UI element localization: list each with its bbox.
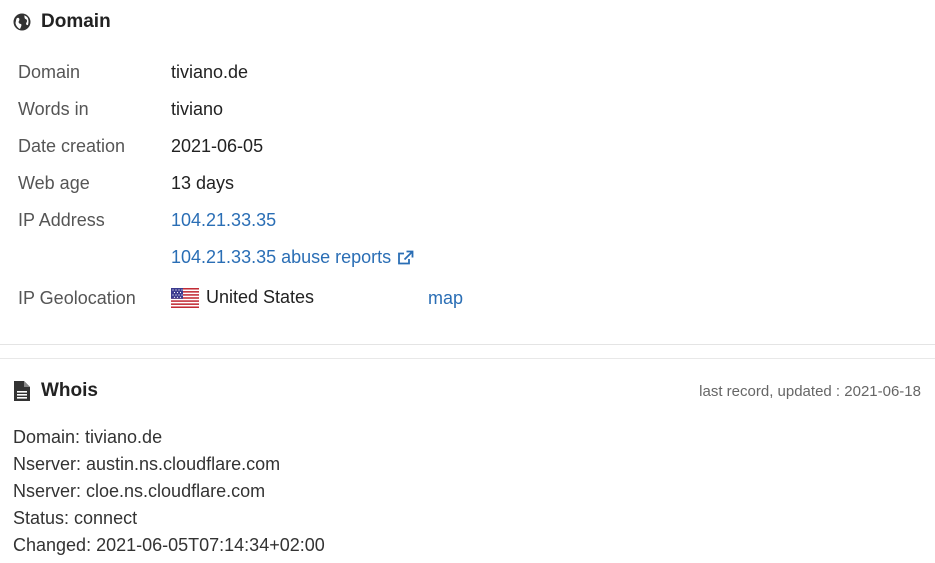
map-link[interactable]: map — [428, 288, 463, 309]
info-value: tiviano.de — [171, 62, 249, 82]
document-icon — [13, 381, 31, 401]
info-label: Web age — [18, 173, 90, 193]
whois-line: Status: connect — [13, 508, 138, 528]
ip-address-link[interactable]: 104.21.33.35 — [171, 210, 276, 231]
info-value: 13 days — [171, 173, 235, 193]
info-row-geolocation: IP Geolocation United States map — [18, 276, 618, 316]
whois-line: Changed: 2021-06-05T07:14:34+02:00 — [13, 535, 325, 555]
section-divider — [0, 358, 935, 359]
info-value: 2021-06-05 — [171, 136, 264, 156]
external-link-icon — [397, 250, 414, 266]
info-row-abuse: 104.21.33.35 abuse reports — [18, 239, 618, 276]
whois-line: Domain: tiviano.de — [13, 427, 163, 447]
domain-info-table: Domain tiviano.de Words in tiviano Date … — [18, 54, 618, 316]
us-flag-icon — [171, 288, 199, 308]
info-label: Domain — [18, 62, 81, 82]
whois-line: Nserver: cloe.ns.cloudflare.com — [13, 481, 266, 501]
abuse-reports-link[interactable]: 104.21.33.35 abuse reports — [171, 247, 414, 268]
whois-record: Domain: tiviano.de Nserver: austin.ns.cl… — [13, 426, 325, 561]
whois-updated-text: last record, updated : 2021-06-18 — [699, 383, 921, 400]
domain-section-title: Domain — [41, 11, 111, 32]
info-label: IP Address — [18, 210, 105, 230]
info-row-words: Words in tiviano — [18, 91, 618, 128]
section-divider — [0, 344, 935, 345]
geolocation-country: United States — [206, 287, 315, 307]
info-row-domain: Domain tiviano.de — [18, 54, 618, 91]
page: Domain Domain tiviano.de Words in tivian… — [0, 0, 935, 563]
abuse-reports-label: 104.21.33.35 abuse reports — [171, 247, 392, 267]
info-label: IP Geolocation — [18, 288, 136, 308]
info-label: Date creation — [18, 136, 126, 156]
domain-section-header: Domain — [12, 11, 111, 33]
whois-section-header: Whois — [13, 380, 98, 402]
globe-icon — [12, 12, 32, 32]
whois-line: Nserver: austin.ns.cloudflare.com — [13, 454, 281, 474]
info-row-ip-address: IP Address 104.21.33.35 — [18, 202, 618, 239]
info-value: tiviano — [171, 99, 224, 119]
info-row-date-creation: Date creation 2021-06-05 — [18, 128, 618, 165]
whois-section-title: Whois — [41, 380, 98, 401]
info-label: Words in — [18, 99, 89, 119]
info-row-web-age: Web age 13 days — [18, 165, 618, 202]
